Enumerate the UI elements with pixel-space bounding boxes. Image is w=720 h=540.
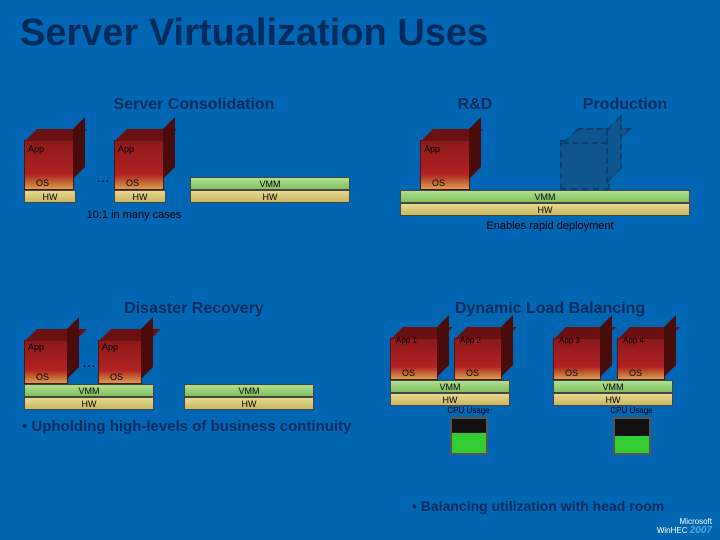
cpu-usage-label: CPU Usage xyxy=(553,406,710,415)
vm-cube: App OS xyxy=(24,328,80,384)
footer-event: WinHEC xyxy=(657,526,688,535)
cpu-meter xyxy=(613,417,651,455)
vm-cube: App OS xyxy=(420,126,484,190)
vm-cube: App OS xyxy=(98,328,154,384)
ellipsis: … xyxy=(92,169,114,203)
vmm-bar: VMM xyxy=(24,384,154,397)
vm-cube: App 3 OS xyxy=(553,326,613,380)
vm-cube: App OS xyxy=(114,126,178,190)
bullet-dlb: • Balancing utilization with head room xyxy=(400,498,664,514)
footer-year: 2007 xyxy=(690,525,712,536)
hw-bar: HW xyxy=(553,393,673,406)
section-title-dr: Disaster Recovery xyxy=(24,300,364,318)
hw-bar: HW xyxy=(400,203,690,216)
vm-cube: App OS xyxy=(24,126,88,190)
vmm-bar: VMM xyxy=(400,190,690,203)
app-label: App 4 xyxy=(623,336,644,345)
section-title-consolidation: Server Consolidation xyxy=(24,96,364,114)
vmm-bar: VMM xyxy=(184,384,314,397)
hw-bar: HW xyxy=(184,397,314,410)
vmm-bar: VMM xyxy=(390,380,510,393)
slide-title: Server Virtualization Uses xyxy=(0,0,720,63)
os-label: OS xyxy=(402,368,415,378)
app-label: App 2 xyxy=(460,336,481,345)
vm-cube: App 4 OS xyxy=(617,326,677,380)
hw-bar: HW xyxy=(390,393,510,406)
app-label: App xyxy=(118,144,134,154)
app-label: App xyxy=(102,342,118,352)
vmm-bar: VMM xyxy=(190,177,350,190)
hw-bar: HW xyxy=(114,190,166,203)
os-label: OS xyxy=(126,178,139,188)
cpu-meter xyxy=(450,417,488,455)
os-label: OS xyxy=(36,178,49,188)
note-rd: Enables rapid deployment xyxy=(400,220,700,232)
section-title-rd: R&D xyxy=(400,96,550,114)
app-label: App xyxy=(28,342,44,352)
vmm-bar: VMM xyxy=(553,380,673,393)
bullet-dr: • Upholding high-levels of business cont… xyxy=(10,418,351,435)
app-label: App 3 xyxy=(559,336,580,345)
hw-bar: HW xyxy=(24,190,76,203)
os-label: OS xyxy=(565,368,578,378)
app-label: App 1 xyxy=(396,336,417,345)
section-title-dlb: Dynamic Load Balancing xyxy=(390,300,710,318)
os-label: OS xyxy=(110,372,123,382)
hw-bar: HW xyxy=(24,397,154,410)
note-consolidation: 10:1 in many cases xyxy=(0,209,364,221)
hw-bar: HW xyxy=(190,190,350,203)
cpu-usage-label: CPU Usage xyxy=(390,406,547,415)
os-label: OS xyxy=(36,372,49,382)
wire-cube xyxy=(560,126,624,190)
ellipsis: … xyxy=(80,354,98,384)
os-label: OS xyxy=(629,368,642,378)
app-label: App xyxy=(424,144,440,154)
os-label: OS xyxy=(432,178,445,188)
section-title-production: Production xyxy=(550,96,700,114)
vm-cube: App 1 OS xyxy=(390,326,450,380)
vm-cube: App 2 OS xyxy=(454,326,514,380)
app-label: App xyxy=(28,144,44,154)
slide-footer: Microsoft WinHEC 2007 xyxy=(657,518,712,536)
os-label: OS xyxy=(466,368,479,378)
